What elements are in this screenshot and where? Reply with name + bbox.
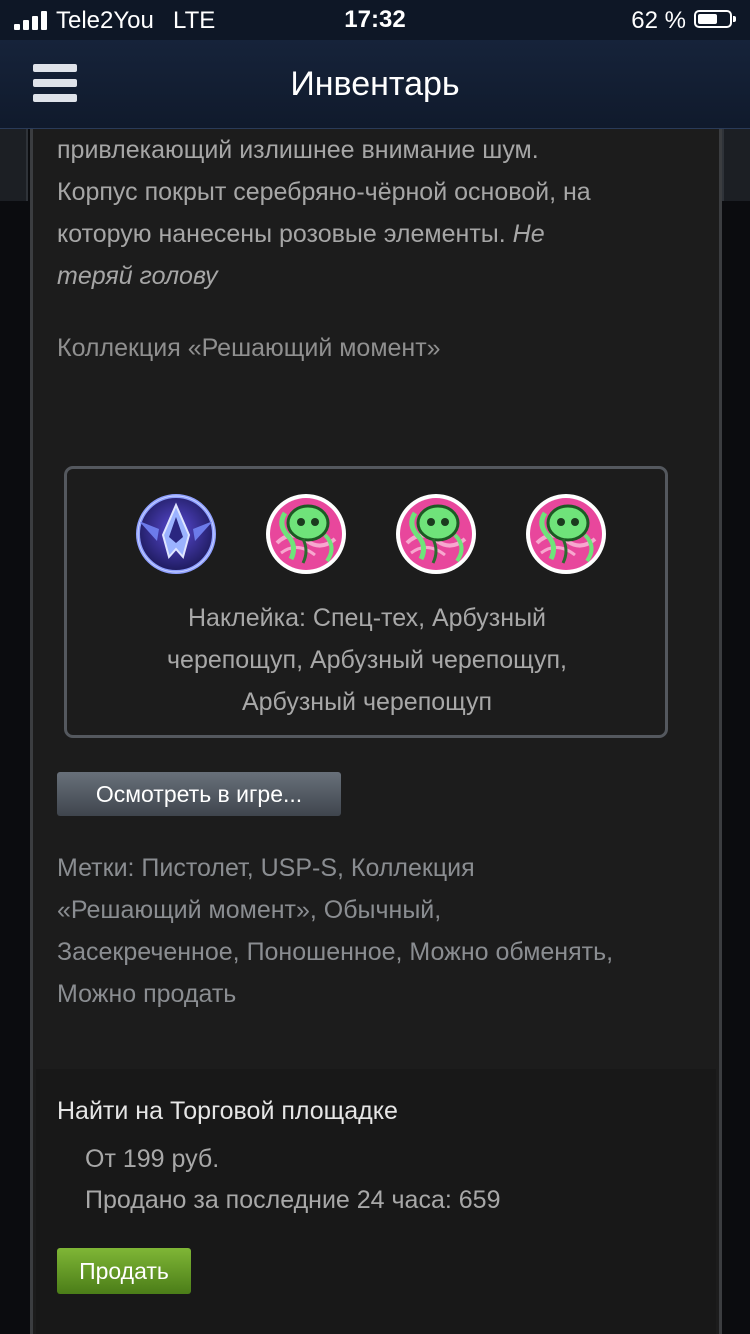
description-line: Корпус покрыт серебряно-чёрной основой, … [57, 178, 591, 206]
battery-icon [694, 10, 736, 28]
watermelon-skull-sticker-icon [396, 494, 476, 574]
market-heading: Найти на Торговой площадке [57, 1097, 398, 1125]
description-line: привлекающий излишнее внимание шум. [57, 136, 539, 164]
sticker-names: Наклейка: Спец-тех, Арбузный черепощуп, … [87, 597, 647, 723]
description-line: которую нанесены розовые элементы. Не [57, 213, 707, 255]
inspect-in-game-button[interactable]: Осмотреть в игре... [57, 772, 341, 816]
status-bar: Tele2You LTE 17:32 62 % [0, 0, 750, 40]
watermelon-skull-sticker-icon [266, 494, 346, 574]
left-edge-tab [0, 129, 28, 201]
tags-line: Засекреченное, Поношенное, Можно обменят… [57, 938, 614, 966]
tags-line: Можно продать [57, 980, 237, 1008]
sticker-names-line: Наклейка: Спец-тех, Арбузный [187, 604, 547, 632]
item-details-panel: привлекающий излишнее внимание шум. Корп… [30, 129, 722, 1334]
description-line: теряй голову [57, 255, 707, 297]
description-italic: теряй голову [57, 262, 218, 290]
page-title: Инвентарь [290, 65, 460, 103]
tags-line: «Решающий момент», Обычный, [57, 896, 442, 924]
navigation-bar: Инвентарь [0, 40, 750, 129]
item-collection: Коллекция «Решающий момент» [57, 334, 441, 362]
right-edge [720, 129, 750, 1334]
market-sold-count: Продано за последние 24 часа: 659 [85, 1186, 501, 1214]
sticker-row [133, 491, 609, 577]
right-edge-tab [722, 129, 750, 201]
sell-button[interactable]: Продать [57, 1248, 191, 1294]
sticker-names-line: черепощуп, Арбузный черепощуп, [167, 646, 567, 674]
sticker-box: Наклейка: Спец-тех, Арбузный черепощуп, … [64, 466, 668, 738]
tags-line: Метки: Пистолет, USP-S, Коллекция [57, 854, 475, 882]
item-tags: Метки: Пистолет, USP-S, Коллекция «Решаю… [57, 847, 707, 1015]
market-price: От 199 руб. [85, 1145, 220, 1173]
sticker-names-line: Арбузный черепощуп [241, 688, 493, 716]
left-edge [0, 129, 28, 1334]
description-italic: Не [512, 220, 545, 248]
description-text: которую нанесены розовые элементы. [57, 220, 506, 248]
battery-percent: 62 % [631, 7, 686, 34]
item-description: привлекающий излишнее внимание шум. Корп… [57, 129, 707, 297]
watermelon-skull-sticker-icon [526, 494, 606, 574]
spec-tech-sticker-icon [136, 494, 216, 574]
market-section: Найти на Торговой площадке От 199 руб. П… [36, 1069, 716, 1334]
